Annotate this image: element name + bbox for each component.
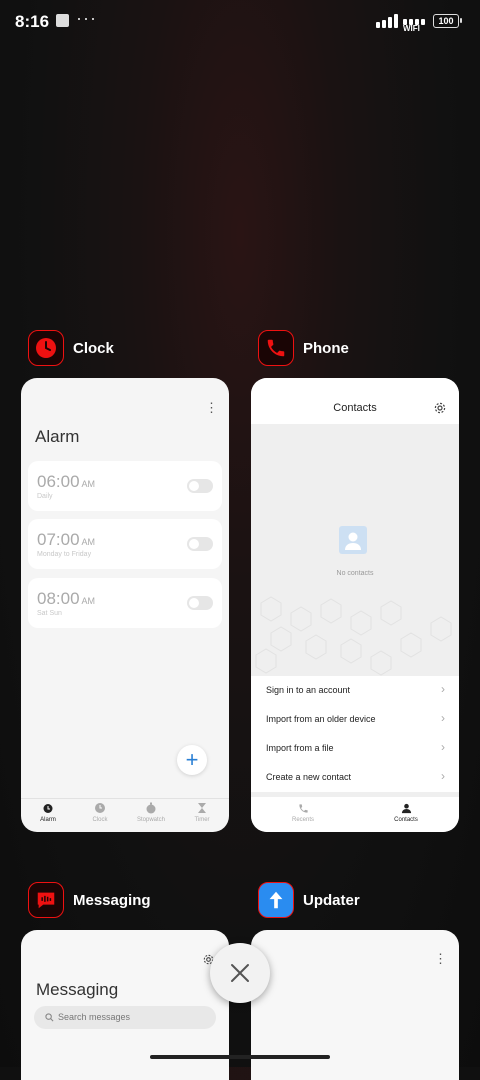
alarm-title: Alarm xyxy=(35,427,80,446)
phone-app-header[interactable]: Phone xyxy=(258,330,349,366)
menu-sign-in[interactable]: Sign in to an account › xyxy=(251,676,459,705)
alarm-time: 07:00 AM xyxy=(37,530,96,549)
clear-all-button[interactable] xyxy=(210,943,270,1003)
search-placeholder: Search messages xyxy=(58,1012,131,1022)
signal-icon xyxy=(376,14,398,28)
person-icon xyxy=(401,803,411,814)
contacts-title: Contacts xyxy=(333,402,377,414)
updater-more-icon[interactable]: ⋮ xyxy=(434,951,447,967)
wifi-label: WIFI xyxy=(403,24,420,33)
more-notifications-icon: ··· xyxy=(76,8,97,28)
alarm-toggle[interactable] xyxy=(187,537,213,551)
status-time: 8:16 xyxy=(15,12,50,31)
chevron-right-icon: › xyxy=(441,769,445,783)
contacts-header xyxy=(251,378,459,424)
clock-icon xyxy=(36,338,56,358)
alarm-row[interactable]: 08:00 AM Sat Sun xyxy=(28,578,222,628)
menu-import-file[interactable]: Import from a file › xyxy=(251,734,459,763)
tab-clock[interactable]: Clock xyxy=(74,802,126,823)
alarm-days: Monday to Friday xyxy=(37,551,92,558)
alarm-clock-icon xyxy=(43,804,53,813)
no-contacts-text: No contacts xyxy=(336,570,374,577)
chevron-right-icon: › xyxy=(441,682,445,696)
messaging-title: Messaging xyxy=(36,980,119,999)
tab-contacts[interactable]: Contacts xyxy=(380,803,432,823)
tab-clock-label: Clock xyxy=(92,817,108,823)
messaging-app-header[interactable]: Messaging xyxy=(28,882,151,918)
hourglass-icon xyxy=(198,803,206,813)
clock-app-header[interactable]: Clock xyxy=(28,330,114,366)
clock-tab-bar: Alarm Clock Stopwatch Timer xyxy=(21,802,229,832)
message-bubble-icon xyxy=(37,892,55,909)
hexagon-pattern xyxy=(255,596,452,676)
alarm-toggle[interactable] xyxy=(187,596,213,610)
arrow-up-icon xyxy=(269,891,283,909)
clock-app-name: Clock xyxy=(73,339,114,357)
clock-tab-icon xyxy=(95,803,105,813)
clock-app-icon xyxy=(28,330,64,366)
tab-divider xyxy=(21,798,229,799)
phone-app-icon xyxy=(258,330,294,366)
wifi-indicator: WIFI xyxy=(403,13,429,33)
menu-import-device[interactable]: Import from an older device › xyxy=(251,705,459,734)
messaging-app-icon xyxy=(28,882,64,918)
recents-phone-icon xyxy=(298,804,308,813)
contact-avatar-icon xyxy=(339,526,367,554)
menu-label: Import from an older device xyxy=(266,714,376,724)
alarm-row[interactable]: 06:00 AM Daily xyxy=(28,461,222,511)
stopwatch-icon xyxy=(146,802,156,814)
messaging-app-name: Messaging xyxy=(73,891,151,909)
notification-icon xyxy=(56,14,69,27)
tab-stopwatch-label: Stopwatch xyxy=(136,817,166,823)
battery-icon: 100 xyxy=(433,14,459,28)
updater-app-icon xyxy=(258,882,294,918)
search-icon xyxy=(45,1013,54,1022)
close-icon xyxy=(231,964,249,982)
tab-recents[interactable]: Recents xyxy=(277,803,329,823)
menu-label: Import from a file xyxy=(266,743,334,753)
phone-tab-bar: Recents Contacts xyxy=(251,797,459,832)
tab-stopwatch[interactable]: Stopwatch xyxy=(125,802,177,823)
alarm-time: 06:00 AM xyxy=(37,472,96,491)
menu-label: Sign in to an account xyxy=(266,685,351,695)
tab-recents-label: Recents xyxy=(291,817,314,823)
tab-alarm[interactable]: Alarm xyxy=(22,802,74,823)
alarm-toggle[interactable] xyxy=(187,479,213,493)
updater-app-header[interactable]: Updater xyxy=(258,882,360,918)
menu-label: Create a new contact xyxy=(266,772,352,782)
clock-more-icon[interactable]: ⋮ xyxy=(205,400,218,416)
phone-icon xyxy=(267,339,285,357)
chevron-right-icon: › xyxy=(441,711,445,725)
battery-tip xyxy=(460,18,462,23)
home-indicator[interactable] xyxy=(150,1055,330,1059)
tab-timer-label: Timer xyxy=(194,817,210,823)
search-messages-input[interactable]: Search messages xyxy=(34,1006,216,1029)
add-alarm-button[interactable]: + xyxy=(177,745,207,775)
settings-gear-icon[interactable] xyxy=(434,402,446,414)
updater-app-name: Updater xyxy=(303,891,360,909)
alarm-time: 08:00 AM xyxy=(37,589,96,608)
alarm-row[interactable]: 07:00 AM Monday to Friday xyxy=(28,519,222,569)
status-bar: 8:16 ··· WIFI 100 xyxy=(0,0,480,44)
chevron-right-icon: › xyxy=(441,740,445,754)
phone-app-name: Phone xyxy=(303,339,349,357)
tab-contacts-label: Contacts xyxy=(394,817,418,823)
menu-create-contact[interactable]: Create a new contact › xyxy=(251,763,459,792)
alarm-days: Sat Sun xyxy=(37,610,62,617)
battery-level: 100 xyxy=(438,16,454,26)
tab-alarm-label: Alarm xyxy=(40,817,56,823)
clock-app-card[interactable]: ⋮ Alarm 06:00 AM Daily 07:00 AM Monday to … xyxy=(21,378,229,832)
tab-timer[interactable]: Timer xyxy=(176,802,228,823)
alarm-days: Daily xyxy=(37,493,53,500)
contacts-menu: Sign in to an account › Import from an ol… xyxy=(251,676,459,792)
phone-app-card[interactable]: Contacts No contacts Sign in to an accou… xyxy=(251,378,459,832)
